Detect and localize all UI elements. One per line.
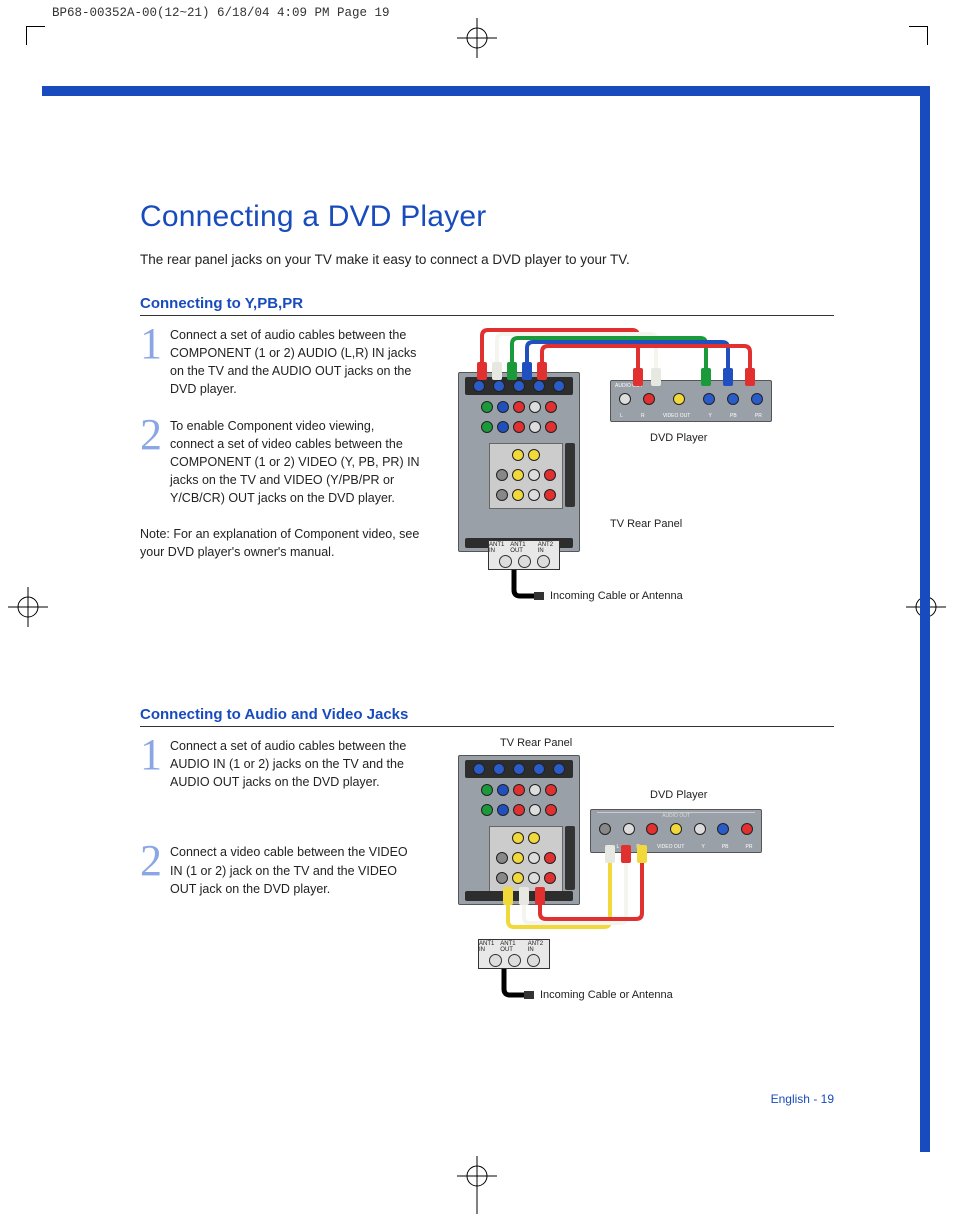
rca-plug-icon [621, 845, 631, 863]
step-text: Connect a set of audio cables between th… [170, 737, 420, 791]
step-2: 2 To enable Component video viewing, con… [140, 417, 420, 508]
step-1: 1 Connect a set of audio cables between … [140, 326, 420, 399]
file-meta-header: BP68-00352A-00(12~21) 6/18/04 4:09 PM Pa… [52, 6, 390, 20]
tv-label: TV Rear Panel [500, 737, 572, 749]
dvd-label: DVD Player [650, 789, 707, 801]
rca-plug-icon [522, 362, 532, 380]
rca-plug-icon [477, 362, 487, 380]
step-text: To enable Component video viewing, conne… [170, 417, 420, 508]
registration-mark-icon [457, 1156, 497, 1196]
tv-label: TV Rear Panel [610, 518, 682, 530]
tv-rear-panel-icon [458, 372, 580, 552]
section-heading-av: Connecting to Audio and Video Jacks [140, 706, 834, 723]
page-content: Connecting a DVD Player The rear panel j… [140, 200, 834, 1114]
crop-mark-icon [909, 26, 928, 45]
dvd-player-panel-icon: AUDIO OUT LRVIDEO OUTYPBPR [590, 809, 762, 853]
rca-plug-icon [723, 368, 733, 386]
tv-rear-panel-icon [458, 755, 580, 905]
rca-plug-icon [701, 368, 711, 386]
rca-plug-icon [605, 845, 615, 863]
step-number-icon: 1 [140, 737, 162, 791]
rca-plug-icon [745, 368, 755, 386]
dvd-player-panel-icon: AUDIO OUT LRVIDEO OUTYPBPR [610, 380, 772, 422]
rca-plug-icon [637, 845, 647, 863]
rca-plug-icon [535, 887, 545, 905]
step-1b: 1 Connect a set of audio cables between … [140, 737, 420, 791]
rca-plug-icon [651, 368, 661, 386]
av-connection-diagram: TV Rear Panel [450, 737, 780, 1027]
rca-plug-icon [503, 887, 513, 905]
step-text: Connect a set of audio cables between th… [170, 326, 420, 399]
section-divider [140, 726, 834, 727]
note: Note: For an explanation of Component vi… [140, 525, 420, 561]
crop-mark-icon [26, 26, 45, 45]
cable-label: Incoming Cable or Antenna [550, 590, 683, 602]
rca-plug-icon [537, 362, 547, 380]
cable-label: Incoming Cable or Antenna [540, 989, 673, 1001]
antenna-terminal-icon: ANT1 INANT1 OUTANT2 IN [478, 939, 550, 969]
step-number-icon: 1 [140, 326, 162, 399]
registration-mark-icon [457, 18, 497, 58]
step-number-icon: 2 [140, 843, 162, 897]
page-footer: English - 19 [771, 1092, 834, 1106]
step-text: Connect a video cable between the VIDEO … [170, 843, 420, 897]
bottom-tick-icon [477, 1196, 478, 1214]
page-title: Connecting a DVD Player [140, 200, 834, 234]
step-2b: 2 Connect a video cable between the VIDE… [140, 843, 420, 897]
rca-plug-icon [519, 887, 529, 905]
intro-text: The rear panel jacks on your TV make it … [140, 252, 834, 267]
rca-plug-icon [633, 368, 643, 386]
rca-plug-icon [507, 362, 517, 380]
step-number-icon: 2 [140, 417, 162, 508]
page-sheet: BP68-00352A-00(12~21) 6/18/04 4:09 PM Pa… [0, 0, 954, 1214]
section-heading-component: Connecting to Y,PB,PR [140, 295, 834, 312]
dvd-label: DVD Player [650, 432, 707, 444]
antenna-terminal-icon: ANT1 INANT1 OUTANT2 IN [488, 540, 560, 570]
section-divider [140, 315, 834, 316]
component-connection-diagram: AUDIO OUT LRVIDEO OUTYPBPR DV [450, 326, 780, 616]
rca-plug-icon [492, 362, 502, 380]
